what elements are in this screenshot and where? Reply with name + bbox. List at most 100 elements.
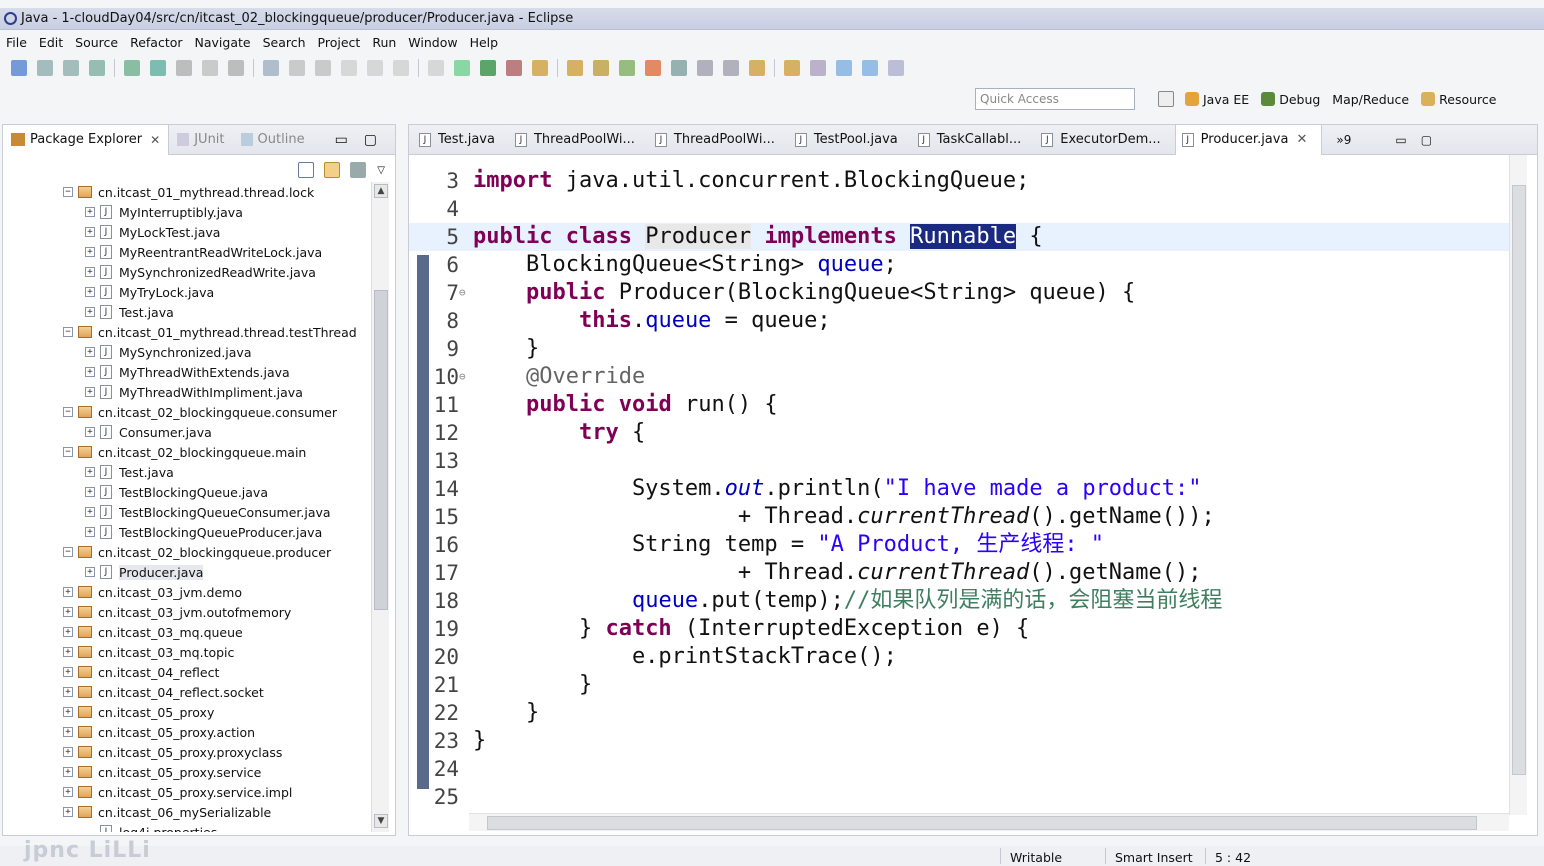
link-with-editor-icon[interactable] <box>324 162 341 178</box>
perspective-debug[interactable]: Debug <box>1261 92 1320 107</box>
tree-package-13[interactable]: − cn.itcast_02_blockingqueue.main <box>63 442 306 462</box>
fold-icon[interactable]: ⊖ <box>459 279 466 307</box>
tree-package-0[interactable]: − cn.itcast_01_mythread.thread.lock <box>63 182 314 202</box>
toolbar-button-icon[interactable] <box>11 60 27 76</box>
tab-package-explorer[interactable]: Package Explorer ✕ <box>3 124 170 155</box>
menu-refactor[interactable]: Refactor <box>124 35 188 50</box>
menu-run[interactable]: Run <box>366 35 402 50</box>
tree-file-3[interactable]: + J MyReentrantReadWriteLock.java <box>85 242 322 262</box>
tab-outline[interactable]: Outline <box>233 125 313 155</box>
expand-icon[interactable]: + <box>85 507 95 517</box>
expand-icon[interactable]: + <box>63 767 73 777</box>
toolbar-button-icon[interactable] <box>89 60 105 76</box>
toolbar-button-icon[interactable] <box>645 60 661 76</box>
menu-help[interactable]: Help <box>464 35 505 50</box>
tree-package-27[interactable]: + cn.itcast_05_proxy.action <box>63 722 255 742</box>
close-icon[interactable]: ✕ <box>1296 132 1307 147</box>
expand-icon[interactable]: + <box>85 247 95 257</box>
tree-file-14[interactable]: + J Test.java <box>85 462 174 482</box>
minimize-icon[interactable]: ▭ <box>1395 133 1406 147</box>
tree-package-29[interactable]: + cn.itcast_05_proxy.service <box>63 762 261 782</box>
toolbar-button-icon[interactable] <box>202 60 218 76</box>
collapse-icon[interactable]: − <box>63 407 73 417</box>
expand-icon[interactable]: + <box>63 807 73 817</box>
menu-edit[interactable]: Edit <box>33 35 69 50</box>
scroll-down-icon[interactable]: ▼ <box>374 814 388 828</box>
tree-package-24[interactable]: + cn.itcast_04_reflect <box>63 662 219 682</box>
toolbar-button-icon[interactable] <box>428 60 444 76</box>
tree-package-7[interactable]: − cn.itcast_01_mythread.thread.testThread <box>63 322 357 342</box>
perspective-map-reduce[interactable]: Map/Reduce <box>1332 92 1409 107</box>
expand-icon[interactable]: + <box>63 707 73 717</box>
toolbar-button-icon[interactable] <box>367 60 383 76</box>
toolbar-button-icon[interactable] <box>784 60 800 76</box>
menu-navigate[interactable]: Navigate <box>189 35 257 50</box>
perspective-java-ee[interactable]: Java EE <box>1185 92 1249 107</box>
tree-file-1[interactable]: + J MyInterruptibly.java <box>85 202 243 222</box>
tree-package-25[interactable]: + cn.itcast_04_reflect.socket <box>63 682 264 702</box>
tree-package-22[interactable]: + cn.itcast_03_mq.queue <box>63 622 243 642</box>
toolbar-button-icon[interactable] <box>697 60 713 76</box>
overflow-tabs-button[interactable]: »9 <box>1336 133 1351 147</box>
tree-file-5[interactable]: + J MyTryLock.java <box>85 282 214 302</box>
collapse-icon[interactable]: − <box>63 547 73 557</box>
toolbar-button-icon[interactable] <box>723 60 739 76</box>
scroll-up-icon[interactable]: ▲ <box>374 184 388 198</box>
expand-icon[interactable]: + <box>63 647 73 657</box>
toolbar-button-icon[interactable] <box>341 60 357 76</box>
expand-icon[interactable]: + <box>85 227 95 237</box>
tree-file-4[interactable]: + J MySynchronizedReadWrite.java <box>85 262 316 282</box>
expand-icon[interactable]: + <box>85 347 95 357</box>
toolbar-button-icon[interactable] <box>567 60 583 76</box>
tree-package-18[interactable]: − cn.itcast_02_blockingqueue.producer <box>63 542 331 562</box>
toolbar-button-icon[interactable] <box>124 60 140 76</box>
tree-package-30[interactable]: + cn.itcast_05_proxy.service.impl <box>63 782 292 802</box>
expand-icon[interactable]: + <box>85 527 95 537</box>
tree-package-26[interactable]: + cn.itcast_05_proxy <box>63 702 214 722</box>
expand-icon[interactable]: + <box>63 667 73 677</box>
toolbar-button-icon[interactable] <box>150 60 166 76</box>
tree-file-19[interactable]: + J Producer.java <box>85 562 204 582</box>
tree-file-10[interactable]: + J MyThreadWithImpliment.java <box>85 382 303 402</box>
tree-file-32[interactable]: Jlog4j.properties <box>85 822 217 832</box>
toolbar-button-icon[interactable] <box>749 60 765 76</box>
maximize-icon[interactable]: ▢ <box>364 132 377 148</box>
toolbar-button-icon[interactable] <box>506 60 522 76</box>
editor-tab-0[interactable]: J Test.java <box>413 125 509 155</box>
tree-file-17[interactable]: + J TestBlockingQueueProducer.java <box>85 522 322 542</box>
expand-icon[interactable]: + <box>63 727 73 737</box>
menu-window[interactable]: Window <box>402 35 463 50</box>
tab-junit[interactable]: JUnit <box>169 125 232 155</box>
editor-tab-6[interactable]: J Producer.java ✕ <box>1174 124 1323 155</box>
quick-access-input[interactable]: Quick Access <box>975 88 1135 110</box>
menu-source[interactable]: Source <box>69 35 124 50</box>
expand-icon[interactable]: + <box>63 747 73 757</box>
explorer-scrollbar[interactable]: ▲ ▼ <box>371 182 389 832</box>
toolbar-button-icon[interactable] <box>315 60 331 76</box>
expand-icon[interactable]: + <box>63 627 73 637</box>
scrollbar-thumb[interactable] <box>487 816 1477 830</box>
toolbar-button-icon[interactable] <box>454 60 470 76</box>
view-menu-icon[interactable] <box>350 162 367 178</box>
toolbar-button-icon[interactable] <box>810 60 826 76</box>
collapse-icon[interactable]: − <box>63 187 73 197</box>
expand-icon[interactable]: + <box>85 427 95 437</box>
collapse-all-icon[interactable] <box>298 162 315 178</box>
editor-vertical-scrollbar[interactable] <box>1509 155 1527 815</box>
toolbar-button-icon[interactable] <box>862 60 878 76</box>
open-perspective-icon[interactable] <box>1158 91 1174 107</box>
tree-file-16[interactable]: + J TestBlockingQueueConsumer.java <box>85 502 331 522</box>
tree-package-23[interactable]: + cn.itcast_03_mq.topic <box>63 642 234 662</box>
toolbar-button-icon[interactable] <box>289 60 305 76</box>
perspective-resource[interactable]: Resource <box>1421 92 1496 107</box>
editor-tab-3[interactable]: J TestPool.java <box>789 125 912 155</box>
toolbar-button-icon[interactable] <box>593 60 609 76</box>
tree-file-9[interactable]: + J MyThreadWithExtends.java <box>85 362 290 382</box>
tree-file-12[interactable]: + J Consumer.java <box>85 422 212 442</box>
tree-package-20[interactable]: + cn.itcast_03_jvm.demo <box>63 582 242 602</box>
expand-icon[interactable]: + <box>85 367 95 377</box>
expand-icon[interactable]: + <box>85 287 95 297</box>
expand-icon[interactable]: + <box>85 467 95 477</box>
editor-tab-5[interactable]: J ExecutorDem... <box>1035 125 1174 155</box>
toolbar-button-icon[interactable] <box>671 60 687 76</box>
